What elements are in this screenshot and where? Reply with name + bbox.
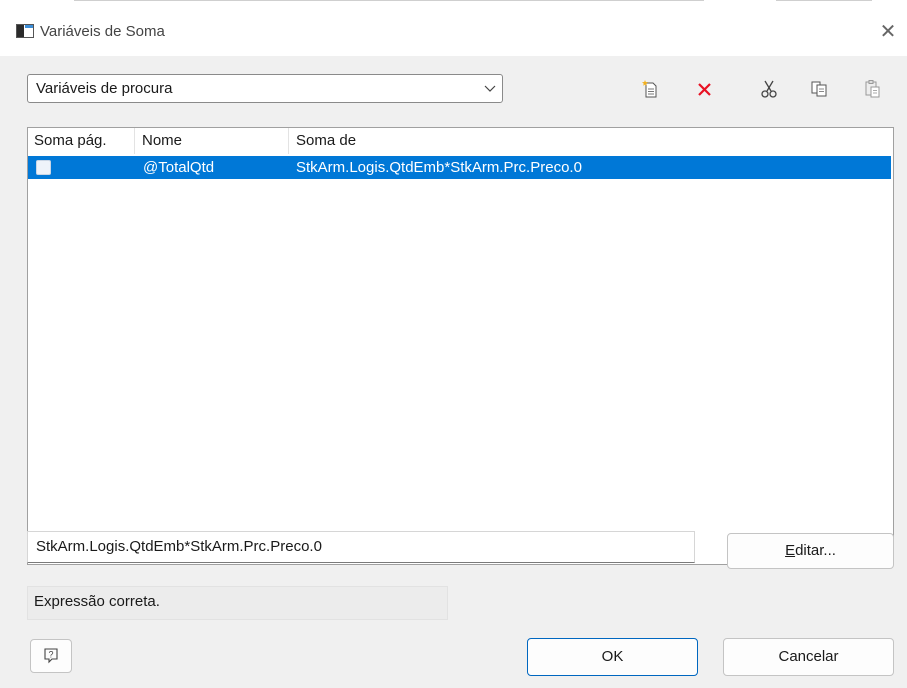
soma-pag-checkbox[interactable] xyxy=(36,160,51,175)
copy-icon[interactable] xyxy=(808,78,830,100)
close-icon[interactable]: ✕ xyxy=(878,22,898,42)
edit-button-label: ditar... xyxy=(795,542,836,559)
expression-value: StkArm.Logis.QtdEmb*StkArm.Prc.Preco.0 xyxy=(36,538,322,555)
new-icon[interactable] xyxy=(640,78,662,100)
cut-icon[interactable] xyxy=(758,78,780,100)
status-message: Expressão correta. xyxy=(34,593,160,610)
column-header-soma-de[interactable]: Soma de xyxy=(290,128,891,154)
table-row[interactable]: @TotalQtd StkArm.Logis.QtdEmb*StkArm.Prc… xyxy=(28,156,891,179)
cell-nome: @TotalQtd xyxy=(143,159,215,176)
edit-button-accelerator: E xyxy=(785,542,796,559)
title-bar[interactable]: Variáveis de Soma ✕ xyxy=(0,8,907,56)
top-edge-line xyxy=(776,0,872,1)
app-window-icon xyxy=(16,24,34,38)
dialog-body: Variáveis de procura Soma pág. Nome Soma… xyxy=(0,56,907,688)
edit-button[interactable]: Editar... xyxy=(727,533,894,569)
top-edge-line xyxy=(74,0,704,1)
column-header-soma-pag[interactable]: Soma pág. xyxy=(28,128,135,154)
top-edge xyxy=(0,0,907,8)
search-variables-dropdown[interactable]: Variáveis de procura xyxy=(27,74,503,103)
expression-field[interactable]: StkArm.Logis.QtdEmb*StkArm.Prc.Preco.0 xyxy=(27,531,695,563)
chevron-down-icon xyxy=(484,85,496,92)
paste-icon[interactable] xyxy=(862,78,884,100)
cell-soma-de: StkArm.Logis.QtdEmb*StkArm.Prc.Preco.0 xyxy=(296,159,582,176)
dropdown-selected-value: Variáveis de procura xyxy=(36,80,173,97)
window-title: Variáveis de Soma xyxy=(40,23,165,40)
cancel-button[interactable]: Cancelar xyxy=(723,638,894,676)
help-icon: ? xyxy=(44,648,58,664)
delete-icon[interactable] xyxy=(694,78,716,100)
svg-text:?: ? xyxy=(48,650,53,660)
ok-button[interactable]: OK xyxy=(527,638,698,676)
status-box: Expressão correta. xyxy=(27,586,448,620)
variables-table[interactable]: Soma pág. Nome Soma de @TotalQtd StkArm.… xyxy=(27,127,894,565)
table-header: Soma pág. Nome Soma de xyxy=(28,128,893,154)
column-header-nome[interactable]: Nome xyxy=(136,128,289,154)
help-button[interactable]: ? xyxy=(30,639,72,673)
